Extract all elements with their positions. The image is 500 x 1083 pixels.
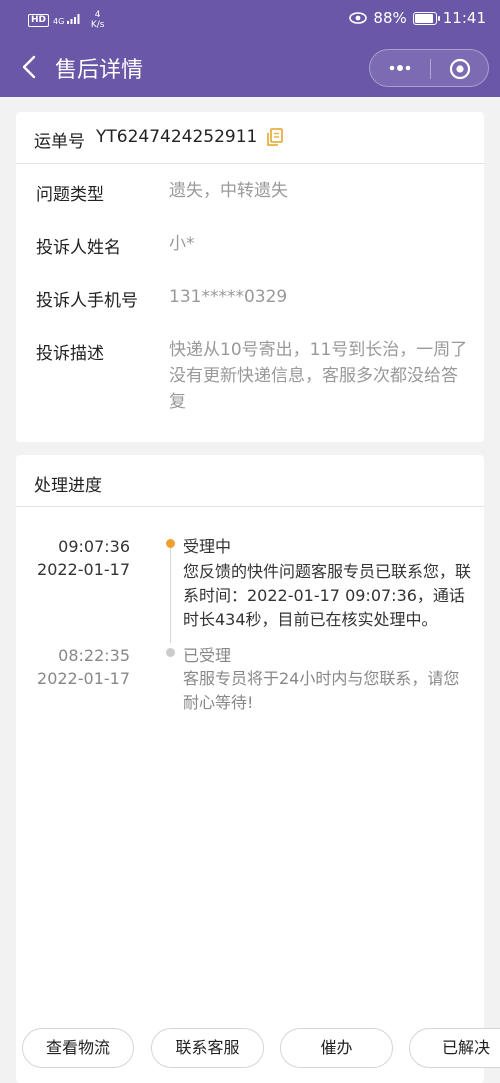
action-bar: 查看物流 联系客服 催办 已解决 <box>0 1010 500 1083</box>
waybill-row: 运单号 YT6247424252911 <box>16 112 484 164</box>
timeline-dot-active <box>166 539 175 548</box>
timeline-line <box>170 543 171 643</box>
issue-type-label: 问题类型 <box>36 185 104 205</box>
complainant-name-label: 投诉人姓名 <box>36 238 121 258</box>
timeline-status: 受理中 <box>183 537 232 556</box>
copy-icon[interactable] <box>265 127 285 147</box>
progress-card: 处理进度 09:07:36 2022-01-17 受理中 您反馈的快件问题客服专… <box>16 455 484 1083</box>
timeline-time: 09:07:36 <box>58 537 130 556</box>
hd-badge: HD <box>28 13 50 27</box>
timeline-desc: 您反馈的快件问题客服专员已联系您，联系时间：2022-01-17 09:07:3… <box>183 562 472 629</box>
nav-bar: 售后详情 <box>0 38 500 97</box>
battery-icon <box>412 11 440 25</box>
progress-header: 处理进度 <box>16 455 484 507</box>
timeline-status: 已受理 <box>183 646 232 665</box>
more-dots-icon[interactable] <box>386 59 414 77</box>
complaint-desc-label: 投诉描述 <box>36 344 104 364</box>
complaint-desc-value: 快递从10号寄出，11号到长治，一周了没有更新快递信息，客服多次都没给答复 <box>169 340 468 412</box>
app-header: HD 4G 4 K/s 88% 11:41 售后详情 <box>0 0 500 97</box>
order-info-card: 运单号 YT6247424252911 问题类型 遗失，中转遗失 投诉人姓名 小… <box>16 112 484 442</box>
network-speed: 4 K/s <box>90 10 105 30</box>
timeline-date: 2022-01-17 <box>37 669 130 688</box>
page-title: 售后详情 <box>55 58 144 83</box>
capsule-divider <box>430 59 431 79</box>
complainant-phone-label: 投诉人手机号 <box>36 291 138 311</box>
status-bar: HD 4G 4 K/s 88% 11:41 <box>0 0 500 38</box>
signal-icon <box>66 14 80 24</box>
mini-program-capsule <box>369 49 489 87</box>
resolved-button[interactable]: 已解决 <box>409 1028 500 1068</box>
contact-service-button[interactable]: 联系客服 <box>151 1028 264 1068</box>
urge-button[interactable]: 催办 <box>280 1028 393 1068</box>
progress-title: 处理进度 <box>34 476 102 496</box>
view-logistics-button[interactable]: 查看物流 <box>22 1028 134 1068</box>
issue-type-value: 遗失，中转遗失 <box>169 181 288 201</box>
timeline-date: 2022-01-17 <box>37 560 130 579</box>
timeline-dot <box>166 648 175 657</box>
eye-icon <box>349 12 368 24</box>
target-icon[interactable] <box>449 58 471 80</box>
waybill-label: 运单号 <box>34 132 85 152</box>
waybill-number: YT6247424252911 <box>96 127 258 147</box>
clock: 11:41 <box>442 9 486 27</box>
timeline-desc: 客服专员将于24小时内与您联系，请您耐心等待! <box>183 669 460 712</box>
complainant-name-value: 小* <box>169 234 195 254</box>
battery-percent: 88% <box>373 9 407 27</box>
complainant-phone-value: 131*****0329 <box>169 287 288 307</box>
timeline-time: 08:22:35 <box>58 646 130 665</box>
network-indicator: 4G <box>53 14 81 26</box>
back-arrow-icon[interactable] <box>18 54 42 80</box>
